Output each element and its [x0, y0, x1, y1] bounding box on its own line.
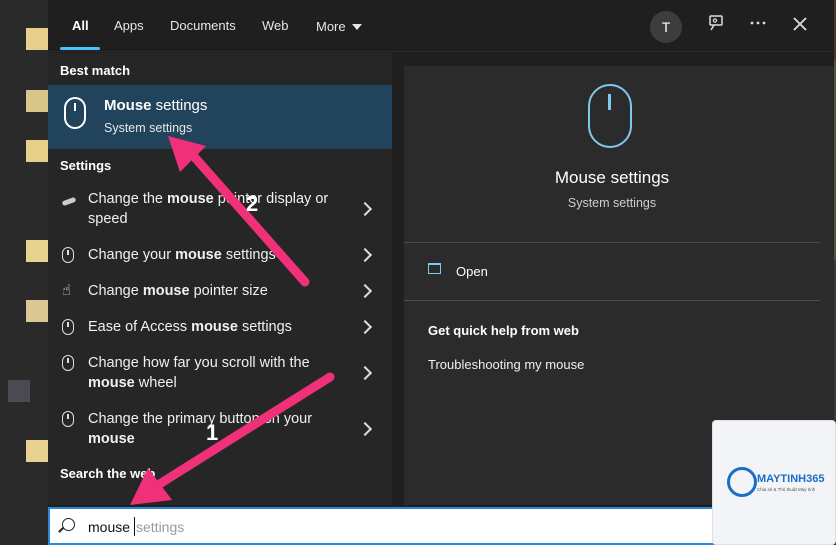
help-link[interactable]: Troubleshooting my mouse: [428, 357, 584, 372]
mouse-icon: [62, 319, 74, 335]
chevron-right-icon: [357, 201, 373, 217]
chevron-right-icon: [357, 283, 373, 299]
chevron-down-icon: [351, 23, 362, 30]
list-item[interactable]: Change the mouse pointer display or spee…: [48, 189, 392, 229]
tab-all[interactable]: All: [72, 18, 89, 33]
best-match-subtitle: System settings: [104, 121, 193, 135]
preview-title: Mouse settings: [554, 168, 670, 187]
chevron-right-icon: [357, 247, 373, 263]
tab-more[interactable]: More: [316, 18, 362, 36]
pen-icon: [61, 196, 77, 207]
best-match-heading: Best match: [60, 63, 131, 78]
text-caret: [134, 517, 135, 536]
search-web-heading: Search the web: [60, 466, 156, 481]
chevron-right-icon: [357, 365, 373, 381]
tab-more-label: More: [316, 19, 346, 34]
tab-apps[interactable]: Apps: [114, 18, 144, 33]
open-window-icon: [428, 263, 441, 274]
search-filter-bar: All Apps Documents Web More T: [48, 0, 834, 52]
list-item-label: Change your mouse settings: [88, 247, 276, 263]
mouse-icon: [62, 411, 74, 427]
best-match-item[interactable]: Mouse settings System settings: [48, 85, 392, 149]
settings-heading: Settings: [60, 158, 112, 173]
globe-icon: [727, 467, 757, 497]
chevron-right-icon: [357, 319, 373, 335]
search-query-text: mouse: [88, 519, 131, 535]
desktop-icon-blur: [26, 28, 48, 50]
search-autocomplete-text: settings: [136, 519, 185, 535]
avatar[interactable]: T: [650, 11, 682, 43]
list-item-label: Change the primary button on your mouse: [88, 411, 313, 447]
search-icon: [62, 518, 75, 531]
mouse-icon: [62, 247, 74, 263]
list-item[interactable]: Change the primary button on your mouse: [48, 409, 392, 449]
desktop-background: [0, 0, 48, 545]
divider: [404, 300, 820, 301]
list-item[interactable]: Change your mouse settings: [48, 245, 392, 267]
desktop-icon-blur: [26, 90, 48, 112]
desktop-icon-blur: [26, 300, 48, 322]
desktop-icon-blur: [26, 240, 48, 262]
desktop-icon-blur: [8, 380, 30, 402]
close-icon[interactable]: [788, 14, 812, 38]
results-list: Best match Mouse settings System setting…: [48, 53, 392, 505]
list-item-label: Ease of Access mouse settings: [88, 319, 292, 335]
list-item-label: Change mouse pointer size: [88, 283, 268, 299]
list-item[interactable]: Change how far you scroll with the mouse…: [48, 353, 392, 393]
open-label: Open: [456, 264, 488, 279]
tab-documents[interactable]: Documents: [170, 18, 236, 33]
quick-help-heading: Get quick help from web: [428, 323, 579, 338]
pointer-hand-icon: ☝: [62, 282, 72, 299]
watermark-logo: MAYTINH365 Chia sẻ & Thủ thuật Máy tính: [712, 420, 836, 545]
list-item[interactable]: ☝ Change mouse pointer size: [48, 281, 392, 303]
best-match-title: Mouse settings: [104, 97, 208, 114]
tab-web[interactable]: Web: [262, 18, 289, 33]
preview-subtitle: System settings: [567, 196, 657, 210]
watermark-tagline: Chia sẻ & Thủ thuật Máy tính: [757, 487, 816, 492]
mouse-icon: [64, 97, 86, 129]
mouse-icon: [62, 355, 74, 371]
list-item[interactable]: Ease of Access mouse settings: [48, 317, 392, 339]
desktop-icon-blur: [26, 140, 48, 162]
divider: [404, 242, 820, 243]
watermark-brand: MAYTINH365: [757, 473, 825, 485]
desktop-icon-blur: [26, 440, 48, 462]
chevron-right-icon: [357, 421, 373, 437]
list-item-label: Change the mouse pointer display or spee…: [88, 191, 329, 227]
active-tab-indicator: [60, 47, 100, 50]
ellipsis-icon[interactable]: [746, 14, 770, 38]
list-item-label: Change how far you scroll with the mouse…: [88, 355, 310, 391]
feedback-icon[interactable]: [704, 14, 728, 38]
mouse-icon: [588, 84, 632, 148]
